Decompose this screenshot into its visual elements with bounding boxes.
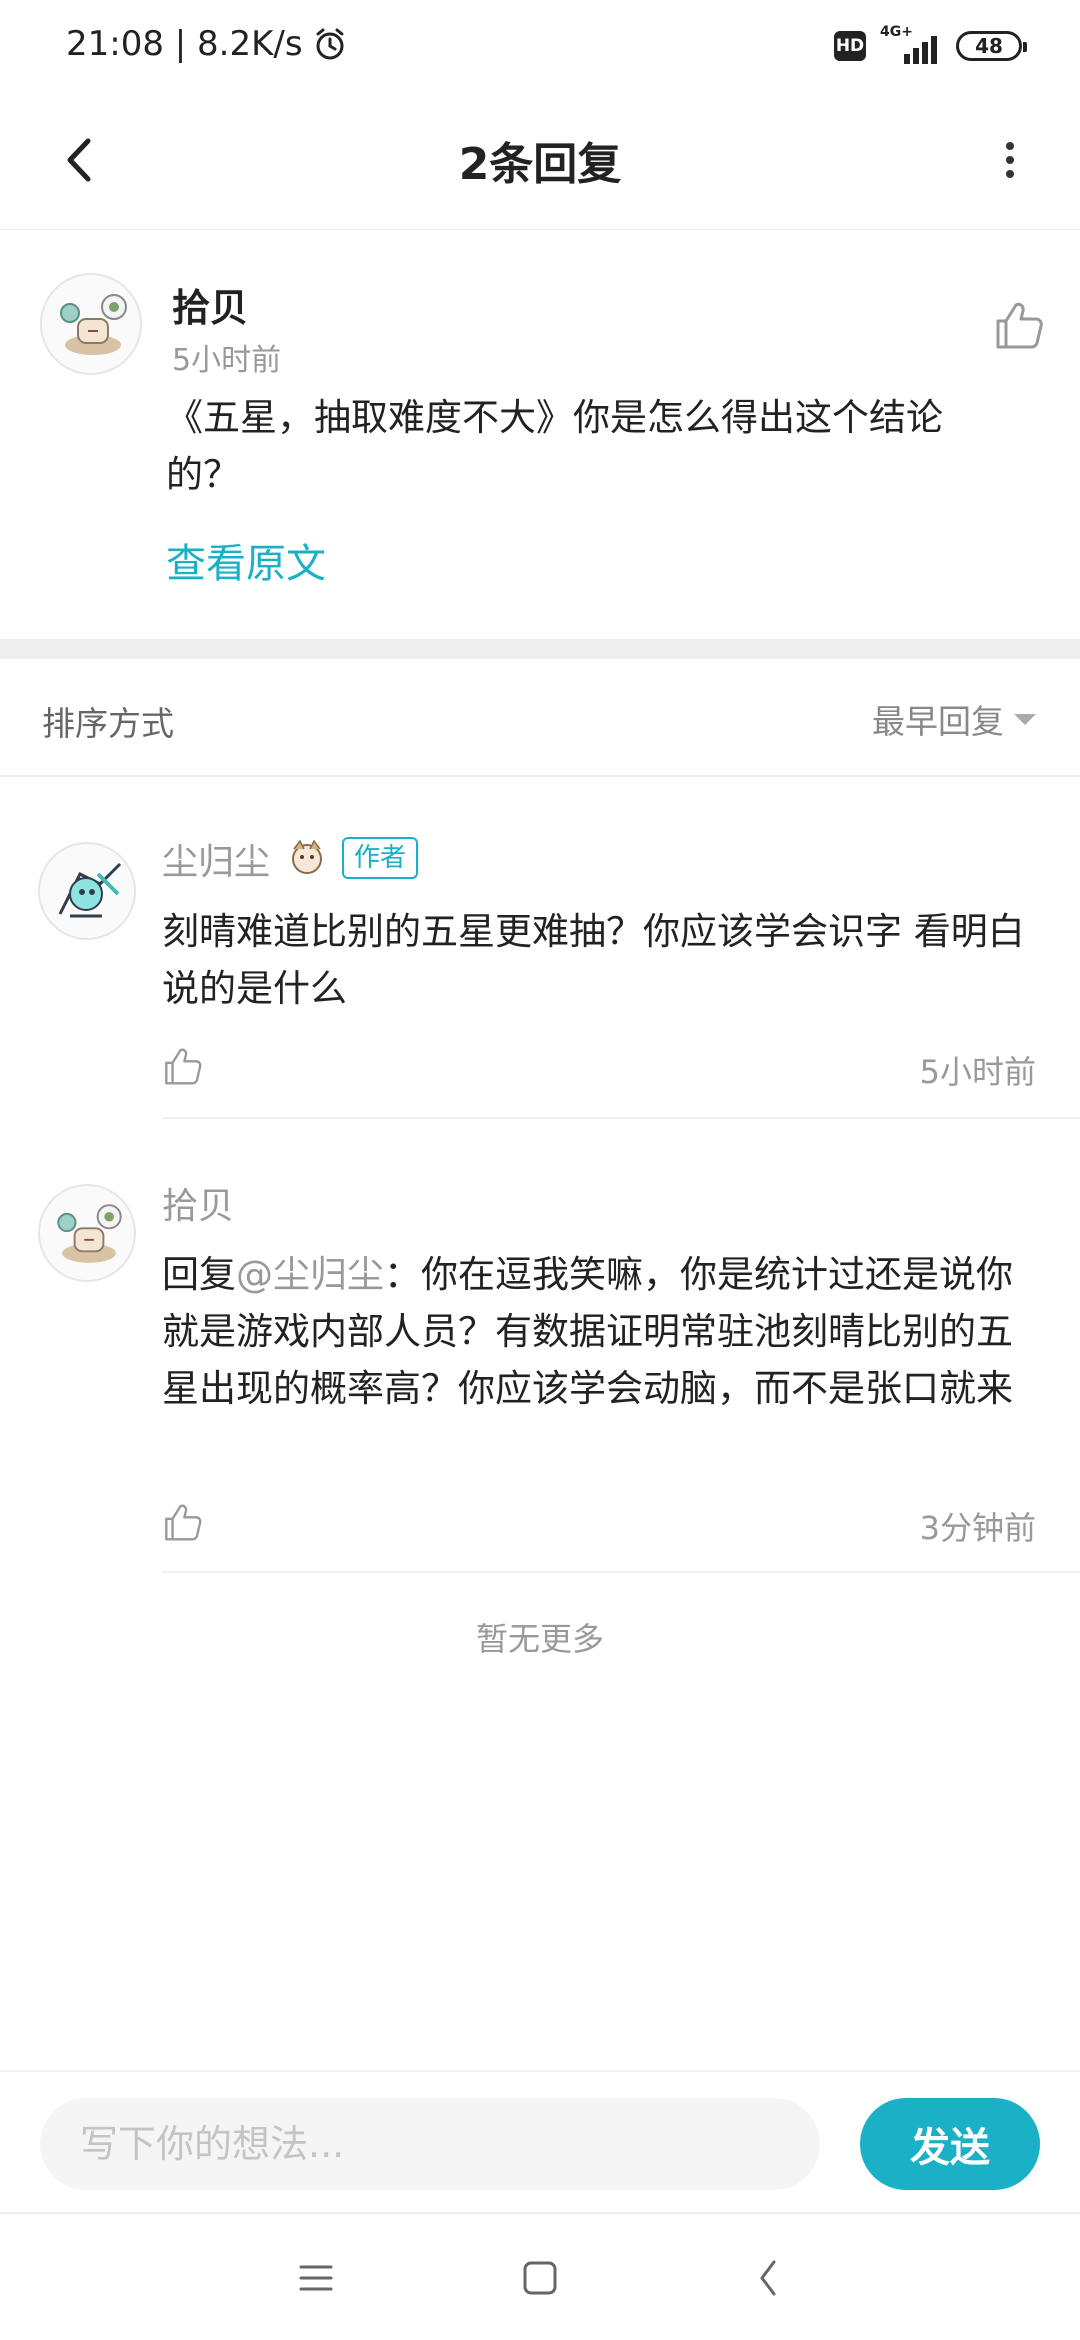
nav-bar: 2条回复 [0,90,1080,230]
sort-bar: 排序方式 最早回复 [0,659,1080,777]
reply-divider [162,1117,1080,1119]
sort-dropdown[interactable]: 最早回复 [872,695,1036,743]
avatar-image [58,862,122,918]
author-badge: 作者 [342,837,419,879]
screen: 21:08 | 8.2K/s HD 4G+ 48 2条回复 拾贝 5小时前 《五… [0,0,1080,2340]
page-title: 2条回复 [458,139,622,190]
home-button[interactable] [510,2248,570,2308]
signal-icon: 4G+ [880,24,942,64]
comment-text: 《五星，抽取难度不大》你是怎么得出这个结论的？ [166,396,943,496]
menu-icon [299,2265,333,2291]
reply-item: 拾贝 回复@尘归尘：你在逗我笑嘛，你是统计过还是说你就是游戏内部人员？有数据证明… [0,1121,1080,1575]
status-right: HD 4G+ 48 [834,24,1027,64]
home-icon [523,2261,557,2295]
sort-selected: 最早回复 [872,702,1004,741]
reply-divider [162,1571,1080,1573]
status-bar: 21:08 | 8.2K/s HD 4G+ 48 [0,0,1080,90]
battery-icon: 48 [956,31,1027,61]
system-back-button[interactable] [738,2248,798,2308]
more-vertical-icon [1006,142,1014,178]
reply-text: 刻晴难道比别的五星更难抽？你应该学会识字 看明白说的是什么 [162,910,1025,1010]
avatar-image [60,294,127,355]
avatar-image [57,1204,122,1263]
comment-time: 5小时前 [172,343,282,378]
status-time-speed: 21:08 | 8.2K/s [66,24,303,64]
like-icon[interactable] [990,297,1046,353]
signal-bars-icon [904,36,937,64]
author-decoration-icon [292,839,322,874]
more-button[interactable] [970,120,1050,200]
status-left: 21:08 | 8.2K/s [66,24,347,64]
comment-input-bar: 发送 [0,2070,1080,2210]
comment-input[interactable] [40,2098,820,2190]
reply-time: 3分钟前 [919,1509,1036,1547]
chevron-left-icon [760,2260,776,2296]
menu-button[interactable] [286,2248,346,2308]
send-button[interactable]: 发送 [860,2098,1040,2190]
alarm-icon [316,28,344,60]
system-nav-bar [0,2212,1080,2340]
hd-icon: HD [834,31,866,61]
mention-link[interactable]: @尘归尘 [236,1253,384,1296]
reply-author[interactable]: 尘归尘 [162,833,270,885]
original-comment: 拾贝 5小时前 《五星，抽取难度不大》你是怎么得出这个结论的？ 查看原文 [0,231,1080,639]
like-icon[interactable] [160,1044,204,1088]
comment-author[interactable]: 拾贝 [172,277,248,332]
reply-prefix: 回复 [162,1253,236,1296]
avatar[interactable] [38,1184,136,1282]
like-icon[interactable] [160,1500,204,1544]
avatar[interactable] [40,273,142,375]
battery-level: 48 [975,34,1003,58]
no-more-label: 暂无更多 [475,1620,604,1658]
view-original-link[interactable]: 查看原文 [166,531,326,589]
section-divider [0,639,1080,659]
sort-label: 排序方式 [42,704,174,743]
reply-text: 回复@尘归尘：你在逗我笑嘛，你是统计过还是说你就是游戏内部人员？有数据证明常驻池… [162,1246,1042,1417]
reply-author[interactable]: 拾贝 [162,1177,234,1229]
avatar[interactable] [38,842,136,940]
chevron-down-icon [1014,713,1036,725]
reply-time: 5小时前 [919,1053,1036,1091]
reply-item: 尘归尘 作者 刻晴难道比别的五星更难抽？你应该学会识字 看明白说的是什么 5小时… [0,777,1080,1121]
